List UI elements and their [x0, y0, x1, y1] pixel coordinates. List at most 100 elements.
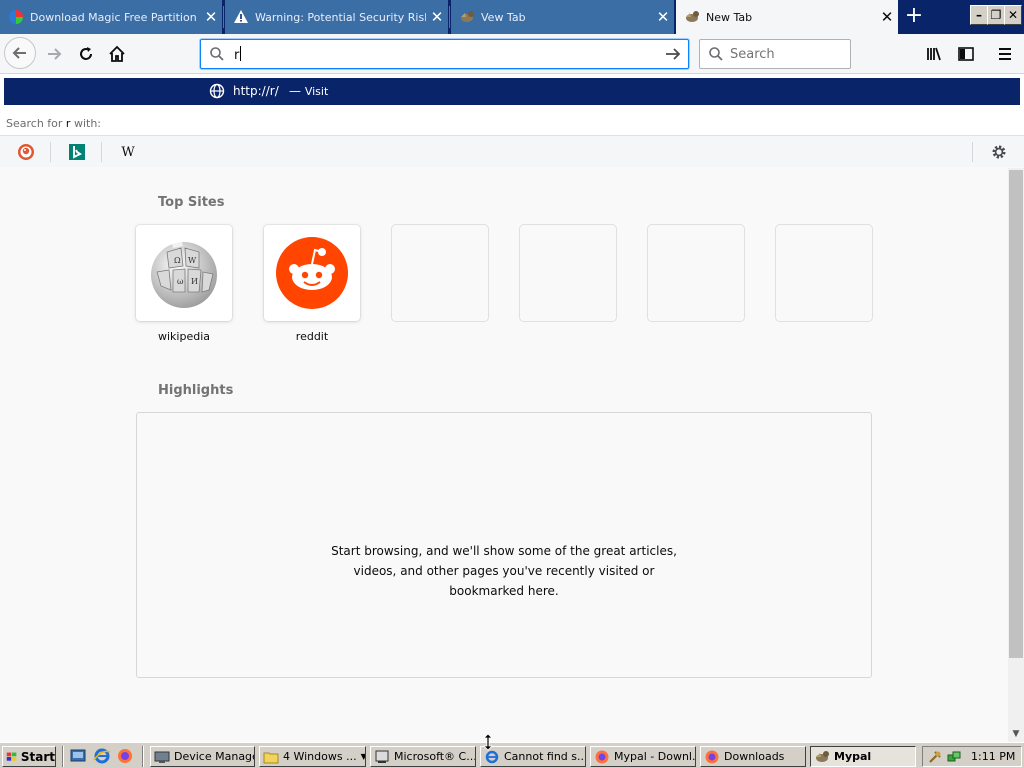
- highlights-empty-box: Start browsing, and we'll show some of t…: [136, 412, 872, 678]
- task-microsoft[interactable]: Microsoft® C...: [370, 746, 476, 767]
- task-mypal-download[interactable]: Mypal - Downl...: [590, 746, 696, 767]
- url-bar[interactable]: r: [200, 39, 689, 69]
- firefox-icon: [705, 750, 719, 763]
- svg-text:ω: ω: [177, 277, 184, 286]
- system-tray: 1:11 PM: [922, 746, 1022, 767]
- wikipedia-icon[interactable]: W: [118, 142, 138, 162]
- task-device-manager[interactable]: Device Manager: [150, 746, 255, 767]
- group-arrow-icon: ▼: [361, 752, 365, 761]
- tab-close-icon[interactable]: ✕: [876, 8, 898, 26]
- search-placeholder: Search: [730, 47, 775, 62]
- duckduckgo-icon[interactable]: [16, 142, 36, 162]
- svg-text:Ω: Ω: [174, 256, 181, 265]
- tab-label: Download Magic Free Partition Ma: [30, 10, 200, 24]
- highlights-title: Highlights: [158, 383, 234, 398]
- search-settings-button[interactable]: [989, 142, 1009, 162]
- scroll-down-arrow-icon[interactable]: ▼: [1008, 726, 1024, 742]
- minimize-button[interactable]: –: [970, 5, 988, 25]
- top-sites-title: Top Sites: [158, 195, 225, 210]
- gear-icon: [992, 145, 1006, 159]
- one-off-search-engines: W: [0, 135, 1024, 167]
- application-icon: [375, 750, 389, 763]
- new-tab-page: Top Sites Ω W И ω wikipedia reddit Highl…: [0, 168, 1008, 742]
- suggestion-visit-row[interactable]: http://r/ — Visit: [4, 78, 1020, 105]
- resize-cursor-icon: [483, 733, 493, 751]
- restore-button[interactable]: ❐: [987, 5, 1005, 25]
- top-site-tile-reddit[interactable]: [264, 225, 360, 321]
- clock: 1:11 PM: [971, 750, 1016, 763]
- show-desktop-icon[interactable]: [69, 747, 87, 765]
- library-icon: [927, 47, 941, 61]
- top-site-tile-wikipedia[interactable]: Ω W И ω: [136, 225, 232, 321]
- search-box[interactable]: Search: [699, 39, 851, 69]
- firefox-icon: [595, 750, 609, 763]
- tray-tools-icon[interactable]: [927, 749, 943, 765]
- top-site-empty-slot: [392, 225, 488, 321]
- task-mypal-active[interactable]: Mypal: [810, 746, 916, 767]
- top-site-empty-slot: [648, 225, 744, 321]
- top-site-label: wikipedia: [157, 330, 210, 343]
- tab-security-warning[interactable]: Warning: Potential Security Risk A ✕: [225, 0, 448, 34]
- hamburger-menu-icon: [999, 48, 1011, 60]
- new-tab-button[interactable]: +: [900, 5, 928, 29]
- taskbar-divider: [62, 746, 64, 767]
- windows-logo-icon: [6, 752, 17, 761]
- reload-button[interactable]: [72, 40, 100, 68]
- start-button[interactable]: Start: [2, 746, 56, 767]
- home-button[interactable]: [103, 40, 131, 68]
- tab-label: New Tab: [706, 10, 753, 24]
- reload-icon: [80, 47, 92, 60]
- svg-text:W: W: [188, 256, 197, 265]
- device-manager-icon: [154, 751, 170, 763]
- url-suggestions-dropdown: http://r/ — Visit Search for r with: W: [0, 74, 1024, 167]
- windows-taskbar: Start Device Manager 4 Windows ... ▼ Mic…: [0, 742, 1024, 768]
- tab-close-icon[interactable]: ✕: [652, 8, 674, 26]
- engine-separator: [972, 142, 973, 162]
- task-cannot-find-server[interactable]: Cannot find s...: [480, 746, 586, 767]
- task-downloads[interactable]: Downloads: [700, 746, 806, 767]
- forward-arrow-icon: [48, 48, 62, 60]
- go-arrow-icon[interactable]: [664, 46, 682, 62]
- navigation-toolbar: r Search: [0, 34, 1024, 74]
- suggestion-action: — Visit: [289, 84, 329, 98]
- forward-button[interactable]: [40, 40, 68, 68]
- close-window-button[interactable]: ✕: [1004, 5, 1022, 25]
- search-icon: [709, 47, 723, 61]
- taskbar-divider: [142, 746, 144, 767]
- highlights-empty-message: Start browsing, and we'll show some of t…: [331, 544, 677, 598]
- scrollbar-thumb[interactable]: [1009, 170, 1023, 658]
- mypal-icon: [816, 750, 829, 762]
- partition-magic-favicon-icon: [9, 10, 23, 24]
- top-site-label: reddit: [295, 330, 329, 343]
- search-for-label: Search for r with:: [6, 117, 101, 130]
- sidebar-button[interactable]: [952, 40, 980, 68]
- tab-strip: Download Magic Free Partition Ma ✕ Warni…: [0, 0, 1024, 34]
- tab-new-tab[interactable]: New Tab ✕: [676, 0, 898, 34]
- svg-text:И: И: [191, 277, 198, 286]
- tab-download-magic[interactable]: Download Magic Free Partition Ma ✕: [0, 0, 222, 34]
- tab-label: Vew Tab: [481, 10, 526, 24]
- menu-button[interactable]: [991, 40, 1019, 68]
- tab-label: Warning: Potential Security Risk A: [255, 10, 426, 24]
- engine-separator: [50, 142, 51, 162]
- task-windows-explorer[interactable]: 4 Windows ... ▼: [259, 746, 366, 767]
- folder-icon: [263, 752, 279, 763]
- suggestion-url: http://r/: [233, 84, 279, 98]
- tray-network-icon[interactable]: [946, 749, 962, 765]
- tab-close-icon[interactable]: ✕: [426, 8, 448, 26]
- library-button[interactable]: [920, 40, 948, 68]
- home-icon: [109, 45, 125, 62]
- engine-separator: [101, 142, 102, 162]
- bing-icon[interactable]: [67, 142, 87, 162]
- internet-explorer-icon[interactable]: [93, 747, 111, 765]
- globe-icon: [209, 83, 225, 99]
- tab-vew-tab[interactable]: Vew Tab ✕: [451, 0, 674, 34]
- top-site-empty-slot: [520, 225, 616, 321]
- back-button[interactable]: [4, 37, 36, 69]
- firefox-icon[interactable]: [116, 747, 134, 765]
- reddit-logo-icon: [276, 237, 348, 309]
- url-input[interactable]: r: [234, 46, 242, 63]
- vertical-scrollbar[interactable]: ▼: [1008, 168, 1024, 742]
- warning-icon: [234, 10, 248, 23]
- tab-close-icon[interactable]: ✕: [200, 8, 222, 26]
